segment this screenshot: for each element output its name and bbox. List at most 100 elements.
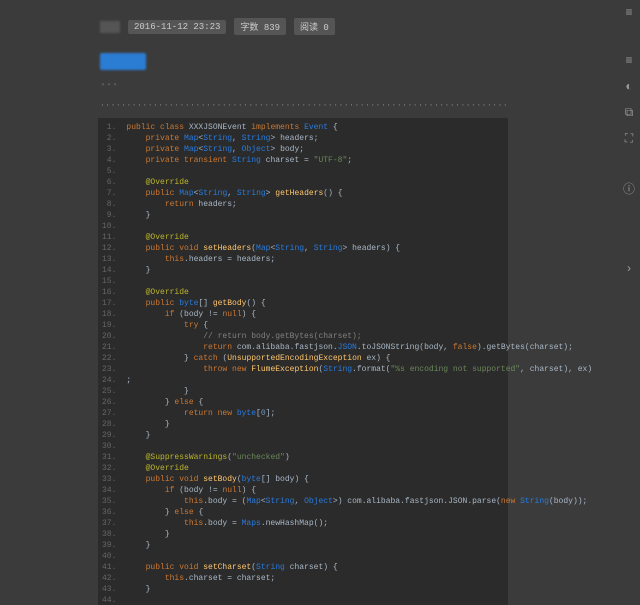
line-number: 23. (102, 364, 116, 375)
code-body[interactable]: public class XXXJSONEvent implements Eve… (120, 118, 598, 605)
code-line: @Override (126, 287, 592, 298)
chevron-right-icon[interactable]: › (625, 262, 632, 276)
code-line (126, 276, 592, 287)
line-number: 35. (102, 496, 116, 507)
line-number: 7. (102, 188, 116, 199)
code-line: public byte[] getBody() { (126, 298, 592, 309)
timestamp-pill: 2016-11-12 23:23 (128, 20, 226, 34)
code-line: } (126, 430, 592, 441)
line-number: 1. (102, 122, 116, 133)
title-highlight: 事件 (100, 53, 146, 70)
line-number: 14. (102, 265, 116, 276)
code-line: @Override (126, 232, 592, 243)
line-number: 27. (102, 408, 116, 419)
line-number: 43. (102, 584, 116, 595)
line-number: 10. (102, 221, 116, 232)
code-line: @Override (126, 177, 592, 188)
code-line: public void setHeaders(Map<String, Strin… (126, 243, 592, 254)
code-line: this.headers = headers; (126, 254, 592, 265)
line-number: 26. (102, 397, 116, 408)
code-line: } (126, 529, 592, 540)
code-line (126, 221, 592, 232)
code-line (126, 441, 592, 452)
info-icon[interactable]: ⓘ (623, 180, 635, 197)
line-number: 34. (102, 485, 116, 496)
subtitle-text: ··· (100, 80, 640, 91)
code-line (126, 166, 592, 177)
code-line: this.body = Maps.newHashMap(); (126, 518, 592, 529)
code-line: @Override (126, 463, 592, 474)
line-number: 21. (102, 342, 116, 353)
menu-icon[interactable]: ≡ (625, 54, 632, 68)
line-number: 22. (102, 353, 116, 364)
code-line: } (126, 419, 592, 430)
code-line: public void setCharset(String charset) { (126, 562, 592, 573)
line-number: 42. (102, 573, 116, 584)
reads-pill: 阅读 0 (294, 18, 335, 35)
code-line: public Map<String, String> getHeaders() … (126, 188, 592, 199)
line-number: 38. (102, 529, 116, 540)
line-number: 44. (102, 595, 116, 605)
code-line: } catch (UnsupportedEncodingException ex… (126, 353, 592, 364)
line-number: 18. (102, 309, 116, 320)
code-line: // return body.getBytes(charset); (126, 331, 592, 342)
line-number: 28. (102, 419, 116, 430)
code-line: this.body = (Map<String, Object>) com.al… (126, 496, 592, 507)
contrast-icon[interactable]: ◐ (625, 80, 632, 94)
line-number: 31. (102, 452, 116, 463)
code-block: 1.2.3.4.5.6.7.8.9.10.11.12.13.14.15.16.1… (98, 118, 508, 605)
line-number: 39. (102, 540, 116, 551)
line-number: 40. (102, 551, 116, 562)
code-line: @SuppressWarnings("unchecked") (126, 452, 592, 463)
line-number: 19. (102, 320, 116, 331)
code-line: } (126, 584, 592, 595)
line-number: 8. (102, 199, 116, 210)
code-line: } (126, 210, 592, 221)
fullscreen-icon[interactable]: ⛶ (625, 132, 633, 146)
line-number: 4. (102, 155, 116, 166)
author-pill (100, 21, 120, 33)
code-line: private Map<String, String> headers; (126, 133, 592, 144)
line-number: 13. (102, 254, 116, 265)
code-line: } else { (126, 397, 592, 408)
wordcount-pill: 字数 839 (234, 18, 286, 35)
line-number: 32. (102, 463, 116, 474)
code-line: } (126, 540, 592, 551)
line-number: 24. (102, 375, 116, 386)
code-line: return new byte[0]; (126, 408, 592, 419)
line-number: 16. (102, 287, 116, 298)
code-line (126, 551, 592, 562)
line-number: 11. (102, 232, 116, 243)
book-icon[interactable]: ⧉ (625, 106, 634, 120)
line-number: 33. (102, 474, 116, 485)
code-line: private Map<String, Object> body; (126, 144, 592, 155)
menu-icon[interactable]: ≡ (625, 6, 632, 20)
line-number: 5. (102, 166, 116, 177)
line-number: 20. (102, 331, 116, 342)
code-line: return com.alibaba.fastjson.JSON.toJSONS… (126, 342, 592, 353)
code-line: } (126, 386, 592, 397)
line-number: 41. (102, 562, 116, 573)
code-line: this.charset = charset; (126, 573, 592, 584)
code-line: try { (126, 320, 592, 331)
line-number: 36. (102, 507, 116, 518)
line-number: 9. (102, 210, 116, 221)
line-number: 17. (102, 298, 116, 309)
code-line: return headers; (126, 199, 592, 210)
line-number: 3. (102, 144, 116, 155)
code-line: } else { (126, 507, 592, 518)
code-line: ; (126, 375, 592, 386)
code-line: public class XXXJSONEvent implements Eve… (126, 122, 592, 133)
code-line: public void setBody(byte[] body) { (126, 474, 592, 485)
line-number: 2. (102, 133, 116, 144)
line-number: 37. (102, 518, 116, 529)
line-number: 29. (102, 430, 116, 441)
code-line: if (body != null) { (126, 485, 592, 496)
divider-dots: ········································… (100, 101, 510, 110)
code-line: if (body != null) { (126, 309, 592, 320)
line-number: 12. (102, 243, 116, 254)
post-meta: 2016-11-12 23:23 字数 839 阅读 0 (0, 0, 640, 35)
code-line: } (126, 265, 592, 276)
code-line: throw new FlumeException(String.format("… (126, 364, 592, 375)
code-line: private transient String charset = "UTF-… (126, 155, 592, 166)
